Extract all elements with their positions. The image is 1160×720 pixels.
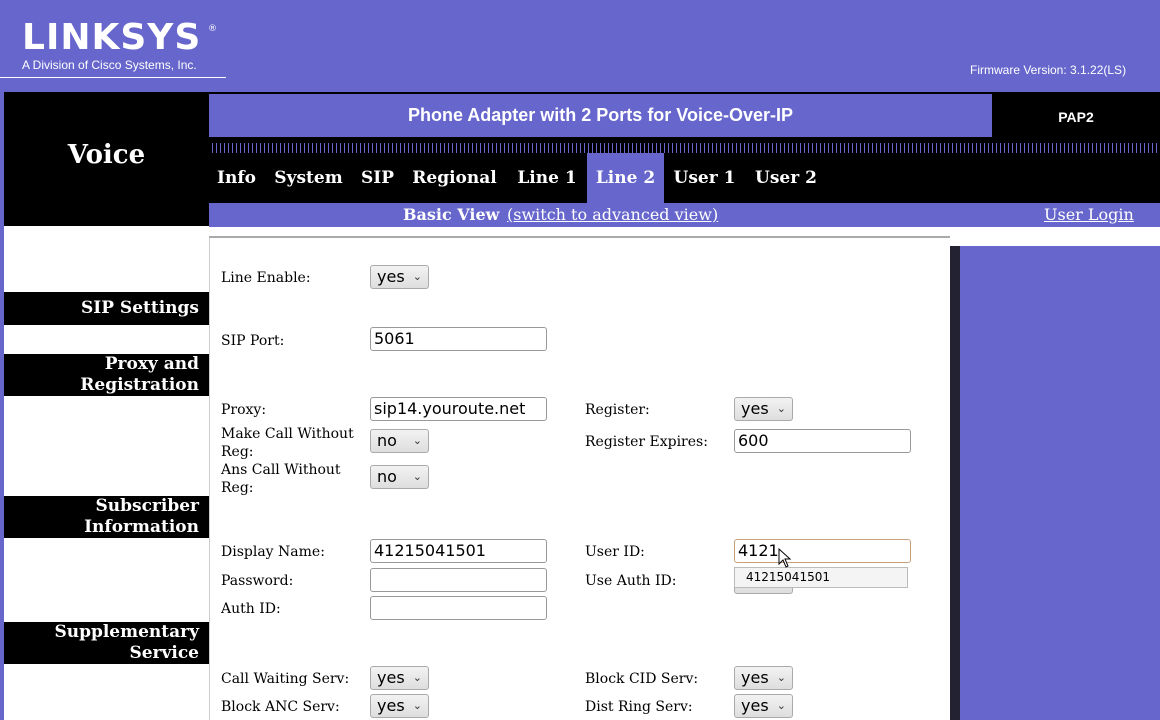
chevron-down-icon: ⌄ (412, 270, 422, 283)
register-expires-input[interactable]: 600 (734, 429, 911, 453)
tab-system[interactable]: System (264, 153, 353, 203)
select-value: no (377, 431, 397, 450)
label-line: Reg: (221, 480, 254, 496)
registered-mark: ® (208, 24, 217, 34)
select-value: yes (741, 696, 769, 715)
model-name: PAP2 (992, 94, 1160, 137)
block-anc-label: Block ANC Serv: (221, 699, 340, 715)
ans-call-without-reg-label: Ans Call Without Reg: (221, 461, 341, 497)
proxy-registration-heading: Proxy and Registration (4, 354, 209, 396)
password-label: Password: (221, 573, 294, 589)
subscriber-information-heading: Subscriber Information (4, 496, 209, 538)
logo-subtitle: A Division of Cisco Systems, Inc. (22, 58, 197, 72)
mouse-cursor-icon (778, 548, 792, 568)
select-value: yes (377, 267, 405, 286)
chevron-down-icon: ⌄ (412, 470, 422, 483)
stripe-divider (209, 143, 1160, 153)
heading-line: Subscriber (95, 496, 199, 516)
call-waiting-label: Call Waiting Serv: (221, 671, 350, 687)
register-label: Register: (585, 402, 650, 418)
product-title: Phone Adapter with 2 Ports for Voice-Ove… (209, 94, 992, 137)
register-select[interactable]: yes ⌄ (734, 397, 793, 421)
chevron-down-icon: ⌄ (412, 434, 422, 447)
chevron-down-icon: ⌄ (412, 699, 422, 712)
proxy-label: Proxy: (221, 402, 267, 418)
line-enable-label: Line Enable: (221, 270, 311, 286)
sip-port-label: SIP Port: (221, 333, 285, 349)
user-id-input[interactable]: 4121 (734, 539, 911, 563)
chevron-down-icon: ⌄ (776, 402, 786, 415)
label-line: Reg: (221, 444, 254, 460)
firmware-version: Firmware Version: 3.1.22(LS) (970, 63, 1127, 77)
line-enable-select[interactable]: yes ⌄ (370, 265, 429, 289)
proxy-input[interactable]: sip14.youroute.net (370, 397, 547, 421)
right-panel (960, 246, 1160, 720)
autocomplete-suggestion[interactable]: 41215041501 (734, 567, 908, 588)
tab-info[interactable]: Info (209, 153, 264, 203)
select-value: yes (741, 399, 769, 418)
select-value: yes (741, 668, 769, 687)
use-auth-id-label: Use Auth ID: (585, 573, 677, 589)
label-line: Ans Call Without (221, 462, 341, 478)
make-call-without-reg-label: Make Call Without Reg: (221, 425, 354, 461)
select-value: yes (377, 696, 405, 715)
block-cid-select[interactable]: yes ⌄ (734, 666, 793, 690)
tab-regional[interactable]: Regional (402, 153, 507, 203)
right-scroll-edge (950, 246, 960, 720)
block-anc-select[interactable]: yes ⌄ (370, 694, 429, 718)
make-call-without-reg-select[interactable]: no ⌄ (370, 429, 429, 453)
tab-user-1[interactable]: User 1 (664, 153, 745, 203)
tab-user-2[interactable]: User 2 (745, 153, 827, 203)
display-name-label: Display Name: (221, 544, 325, 560)
chevron-down-icon: ⌄ (776, 671, 786, 684)
call-waiting-select[interactable]: yes ⌄ (370, 666, 429, 690)
ans-call-without-reg-select[interactable]: no ⌄ (370, 465, 429, 489)
register-expires-label: Register Expires: (585, 434, 708, 450)
user-id-label: User ID: (585, 544, 645, 560)
chevron-down-icon: ⌄ (412, 671, 422, 684)
heading-line: Registration (80, 375, 199, 395)
block-cid-label: Block CID Serv: (585, 671, 699, 687)
display-name-input[interactable]: 41215041501 (370, 539, 547, 563)
switch-advanced-view-link[interactable]: (switch to advanced view) (507, 205, 718, 224)
basic-view-label: Basic View (403, 205, 500, 224)
heading-line: Information (84, 517, 199, 537)
sip-settings-heading: SIP Settings (4, 292, 209, 325)
heading-text: SIP Settings (80, 298, 199, 318)
supplementary-service-heading: Supplementary Service Subscription (4, 622, 209, 684)
tab-line-1[interactable]: Line 1 (507, 153, 587, 203)
tab-line-2[interactable]: Line 2 (587, 153, 664, 203)
section-title: Voice (67, 140, 146, 170)
auth-id-input[interactable] (370, 596, 547, 620)
sip-port-input[interactable]: 5061 (370, 327, 547, 351)
heading-line: Supplementary (54, 622, 199, 642)
linksys-logo: LINKSYS (22, 17, 202, 58)
dist-ring-label: Dist Ring Serv: (585, 699, 693, 715)
select-value: no (377, 467, 397, 486)
chevron-down-icon: ⌄ (776, 699, 786, 712)
auth-id-label: Auth ID: (221, 601, 281, 617)
heading-line: Proxy and (104, 354, 199, 374)
select-value: yes (377, 668, 405, 687)
user-login-link[interactable]: User Login (1044, 205, 1134, 224)
label-line: Make Call Without (221, 426, 354, 442)
dist-ring-select[interactable]: yes ⌄ (734, 694, 793, 718)
logo-divider (0, 77, 226, 78)
heading-line: Service Subscription (77, 643, 199, 684)
tab-sip[interactable]: SIP (353, 153, 402, 203)
password-input[interactable] (370, 568, 547, 592)
